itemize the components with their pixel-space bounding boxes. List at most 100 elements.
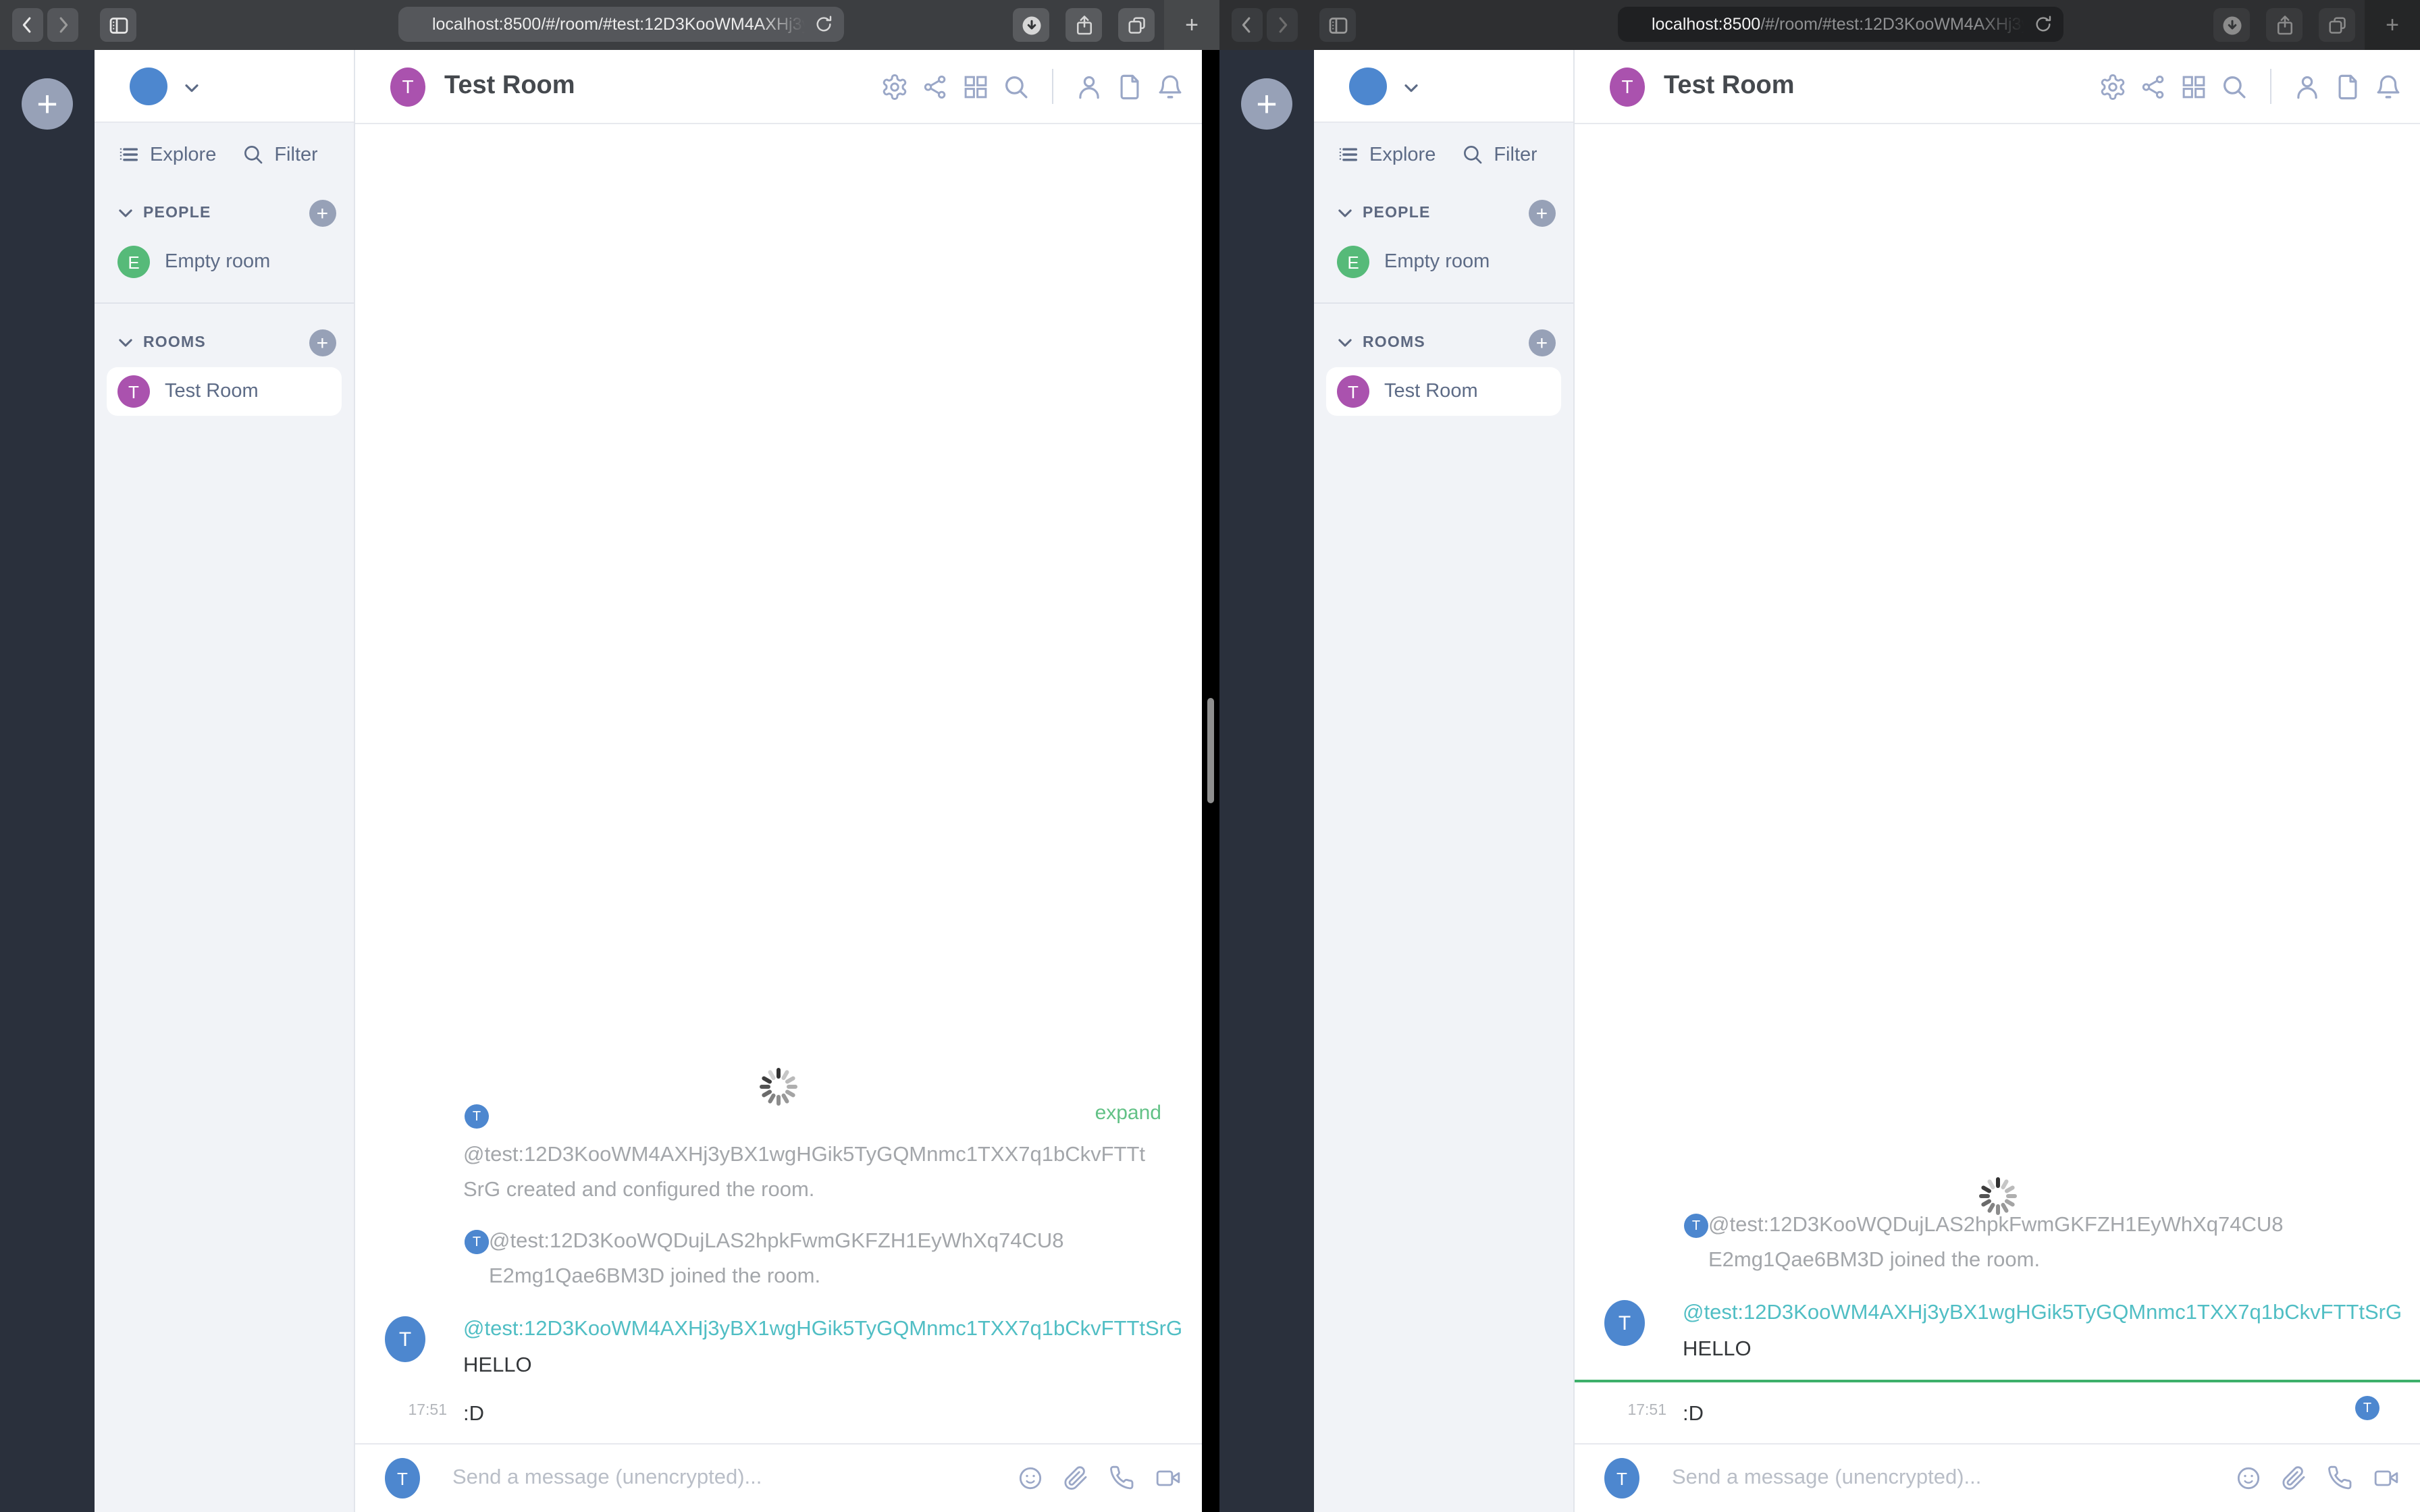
message-text: :D xyxy=(463,1403,484,1426)
chevron-down-icon[interactable] xyxy=(181,77,203,99)
forward-button[interactable] xyxy=(1267,8,1298,42)
sidebar-toggle-button[interactable] xyxy=(100,8,136,42)
user-avatar[interactable] xyxy=(1349,68,1387,105)
tab-overview-button[interactable] xyxy=(1118,8,1155,42)
room-view: T Test Room xyxy=(1575,50,2420,1512)
share-room-icon[interactable] xyxy=(921,72,949,101)
settings-icon[interactable] xyxy=(2099,72,2127,101)
avatar: E xyxy=(1337,246,1369,278)
browser-window-left: localhost:8500/#/room/#test:12D3KooWM4AX… xyxy=(0,0,1219,1512)
expand-link[interactable]: expand xyxy=(1095,1102,1161,1125)
people-section-header[interactable]: PEOPLE + xyxy=(1314,174,1573,235)
filter-field[interactable]: Filter xyxy=(1494,144,1537,165)
add-room-button[interactable]: + xyxy=(1529,329,1556,356)
composer-icons xyxy=(1017,1465,1182,1492)
room-view: T Test Room xyxy=(355,50,1202,1512)
new-tab-button[interactable]: + xyxy=(2365,0,2420,50)
room-name: Test Room xyxy=(165,381,259,402)
user-avatar[interactable] xyxy=(130,68,167,105)
sidebar-item-empty-room[interactable]: E Empty room xyxy=(1326,238,1561,286)
voice-call-icon[interactable] xyxy=(2327,1465,2354,1492)
sidebar-item-empty-room[interactable]: E Empty room xyxy=(107,238,342,286)
back-button[interactable] xyxy=(12,8,43,42)
reload-icon[interactable] xyxy=(813,14,835,35)
apps-grid-icon[interactable] xyxy=(962,72,990,101)
room-avatar[interactable]: T xyxy=(1610,67,1645,106)
forward-button[interactable] xyxy=(47,8,78,42)
filter-field[interactable]: Filter xyxy=(274,144,317,165)
voice-call-icon[interactable] xyxy=(1109,1465,1136,1492)
message-input[interactable] xyxy=(1672,1466,2235,1490)
attachment-icon[interactable] xyxy=(2281,1465,2308,1492)
settings-icon[interactable] xyxy=(880,72,909,101)
community-rail: + xyxy=(0,50,95,1512)
share-button[interactable] xyxy=(2266,8,2303,42)
share-button[interactable] xyxy=(1066,8,1102,42)
scrollbar-thumb[interactable] xyxy=(1207,698,1214,803)
browser-window-right: localhost:8500/#/room/#test:12D3KooWM4AX… xyxy=(1219,0,2420,1512)
sender-avatar[interactable]: T xyxy=(1604,1300,1645,1346)
chevron-down-icon xyxy=(1336,333,1354,352)
sidebar-item-test-room[interactable]: T Test Room xyxy=(1326,367,1561,416)
address-bar[interactable]: localhost:8500/#/room/#test:12D3KooWM4AX… xyxy=(398,7,844,42)
members-icon[interactable] xyxy=(2293,72,2321,101)
chevron-down-icon xyxy=(1336,204,1354,223)
apps-grid-icon[interactable] xyxy=(2180,72,2208,101)
rooms-section-header[interactable]: ROOMS + xyxy=(1314,304,1573,364)
reload-icon[interactable] xyxy=(2032,14,2054,35)
element-app: + Explore Filter PEOPLE + E Empty room R… xyxy=(0,50,1202,1512)
created-action: created and configured the room. xyxy=(500,1179,815,1202)
search-icon[interactable] xyxy=(2220,72,2248,101)
explore-button[interactable]: Explore xyxy=(150,144,216,165)
browser-chrome: localhost:8500/#/room/#test:12D3KooWM4AX… xyxy=(1219,0,2420,50)
add-room-button[interactable]: + xyxy=(309,329,336,356)
browser-chrome: localhost:8500/#/room/#test:12D3KooWM4AX… xyxy=(0,0,1219,50)
files-icon[interactable] xyxy=(1115,72,1144,101)
sender-id[interactable]: @test:12D3KooWM4AXHj3yBX1wgHGik5TyGQMnmc… xyxy=(1575,1297,2420,1330)
explore-button[interactable]: Explore xyxy=(1369,144,1436,165)
search-icon[interactable] xyxy=(242,143,265,166)
add-person-button[interactable]: + xyxy=(309,200,336,227)
search-icon[interactable] xyxy=(1002,72,1030,101)
member-join-event: T @test:12D3KooWQDujLAS2hpkFwmGKFZH1EyWh… xyxy=(355,1224,1202,1295)
video-call-icon[interactable] xyxy=(1155,1465,1182,1492)
room-list-icon[interactable] xyxy=(1337,143,1360,166)
avatar: T xyxy=(1337,375,1369,408)
message-composer: T xyxy=(355,1443,1202,1512)
message-input[interactable] xyxy=(452,1466,1017,1490)
avatar: T xyxy=(117,375,150,408)
sidebar-item-test-room[interactable]: T Test Room xyxy=(107,367,342,416)
video-call-icon[interactable] xyxy=(2373,1465,2400,1492)
new-tab-button[interactable]: + xyxy=(1164,0,1219,50)
sidebar-toggle-button[interactable] xyxy=(1319,8,1356,42)
notifications-icon[interactable] xyxy=(2374,72,2402,101)
sender-id[interactable]: @test:12D3KooWM4AXHj3yBX1wgHGik5TyGQMnmc… xyxy=(355,1314,1202,1346)
files-icon[interactable] xyxy=(2334,72,2362,101)
add-community-button[interactable]: + xyxy=(22,78,73,130)
people-section-header[interactable]: PEOPLE + xyxy=(95,174,354,235)
timestamp: 17:51 xyxy=(408,1403,447,1419)
notifications-icon[interactable] xyxy=(1156,72,1184,101)
back-button[interactable] xyxy=(1232,8,1263,42)
chevron-down-icon[interactable] xyxy=(1400,77,1422,99)
add-person-button[interactable]: + xyxy=(1529,200,1556,227)
add-community-button[interactable]: + xyxy=(1241,78,1292,130)
address-bar[interactable]: localhost:8500/#/room/#test:12D3KooWM4AX… xyxy=(1618,7,2063,42)
sender-avatar[interactable]: T xyxy=(385,1316,425,1362)
room-avatar[interactable]: T xyxy=(390,67,425,106)
composer-avatar: T xyxy=(385,1458,420,1498)
downloads-button[interactable] xyxy=(1013,8,1049,42)
search-icon[interactable] xyxy=(1461,143,1484,166)
emoji-icon[interactable] xyxy=(2235,1465,2262,1492)
composer-icons xyxy=(2235,1465,2400,1492)
rooms-section-header[interactable]: ROOMS + xyxy=(95,304,354,364)
room-list-icon[interactable] xyxy=(117,143,140,166)
message-row: 17:51 :D xyxy=(355,1396,1202,1432)
tab-overview-button[interactable] xyxy=(2319,8,2355,42)
share-room-icon[interactable] xyxy=(2139,72,2167,101)
chrome-actions xyxy=(1013,8,1155,42)
emoji-icon[interactable] xyxy=(1017,1465,1044,1492)
attachment-icon[interactable] xyxy=(1063,1465,1090,1492)
downloads-button[interactable] xyxy=(2213,8,2250,42)
members-icon[interactable] xyxy=(1075,72,1103,101)
